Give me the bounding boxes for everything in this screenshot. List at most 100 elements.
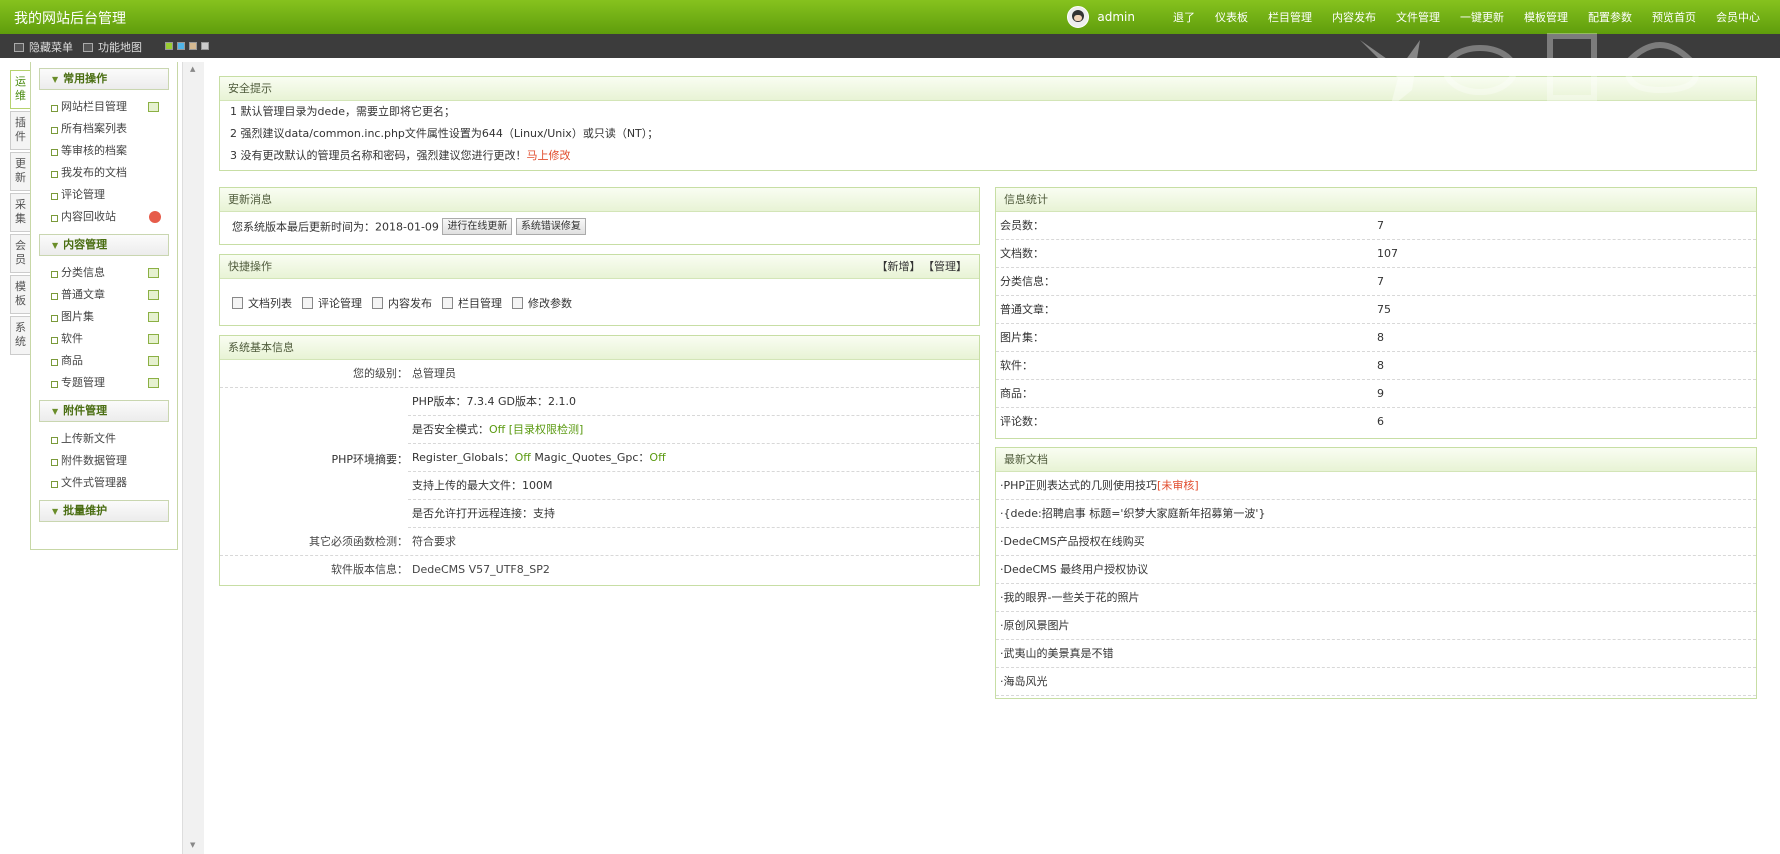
delete-icon[interactable]	[149, 211, 161, 223]
nav-config[interactable]: 配置参数	[1588, 9, 1632, 25]
add-icon[interactable]	[148, 268, 159, 278]
quick-add-link[interactable]: 【新增】	[877, 260, 921, 273]
menu-item-label: 文件式管理器	[61, 476, 127, 489]
quick-manage-link[interactable]: 【管理】	[929, 260, 968, 273]
scrollbar[interactable]: ▲ ▼	[182, 62, 204, 854]
news-item[interactable]: ·DedeCMS产品授权在线购买	[996, 528, 1756, 556]
tab-collect[interactable]: 采集	[10, 193, 30, 232]
menu-item-articles[interactable]: 普通文章	[39, 284, 169, 306]
menu-item-comments[interactable]: 评论管理	[39, 184, 169, 206]
menu-head-label: 附件管理	[63, 404, 108, 417]
user-avatar-icon[interactable]	[1067, 6, 1090, 28]
menu-item-pending-docs[interactable]: 等审核的档案	[39, 140, 169, 162]
menu-item-images[interactable]: 图片集	[39, 306, 169, 328]
chevron-down-icon: ▼	[52, 75, 59, 84]
menu-item-classified[interactable]: 分类信息	[39, 262, 169, 284]
menu-item-label: 专题管理	[61, 376, 105, 389]
nav-dashboard[interactable]: 仪表板	[1215, 9, 1248, 25]
tab-ops[interactable]: 运维	[10, 70, 30, 109]
nav-files[interactable]: 文件管理	[1396, 9, 1440, 25]
add-icon[interactable]	[148, 312, 159, 322]
side-tabs: 运维 插件 更新 采集 会员 模板 系统	[10, 70, 30, 357]
quick-list: 文档列表 评论管理 内容发布 栏目管理 修改参数	[220, 279, 979, 311]
news-item[interactable]: ·武夷山的美景真是不错	[996, 640, 1756, 668]
folder-icon	[442, 297, 453, 309]
menu-item-category[interactable]: 网站栏目管理	[39, 96, 169, 118]
quick-label: 栏目管理	[458, 297, 502, 310]
menu-head-batch[interactable]: ▼ 批量维护	[39, 500, 169, 522]
add-icon[interactable]	[148, 290, 159, 300]
dir-permission-link[interactable]: [目录权限检测]	[509, 423, 584, 436]
menu-item-label: 软件	[61, 332, 83, 345]
security-line: 3 没有更改默认的管理员名称和密码，强烈建议您进行更改！马上修改	[220, 145, 1756, 167]
tab-system[interactable]: 系统	[10, 316, 30, 355]
stat-row: 软件： 8	[996, 352, 1756, 380]
news-item[interactable]: ·DedeCMS 最终用户授权协议	[996, 556, 1756, 584]
hide-menu-button[interactable]: 隐藏菜单	[14, 39, 73, 55]
latest-panel: 最新文档 ·PHP正则表达式的几则使用技巧[未审核] ·{dede:招聘启事 标…	[995, 447, 1757, 699]
info-key: 软件版本信息：	[331, 563, 408, 576]
stat-key: 商品：	[1000, 387, 1033, 400]
globals-row: Register_Globals：Off Magic_Quotes_Gpc：Of…	[408, 444, 979, 472]
menu-head-attachments[interactable]: ▼ 附件管理	[39, 400, 169, 422]
settings-icon	[512, 297, 523, 309]
nav-category[interactable]: 栏目管理	[1268, 9, 1312, 25]
quick-config[interactable]: 修改参数	[512, 295, 572, 311]
upload-row: 支持上传的最大文件：100M	[408, 472, 979, 500]
add-icon[interactable]	[148, 356, 159, 366]
scroll-down-icon[interactable]: ▼	[190, 841, 195, 849]
menu-head-common[interactable]: ▼ 常用操作	[39, 68, 169, 90]
news-item[interactable]: ·原创风景图片	[996, 612, 1756, 640]
change-now-link[interactable]: 马上修改	[527, 149, 571, 162]
top-bar: 我的网站后台管理 admin 退了 仪表板 栏目管理 内容发布 文件管理 一键更…	[0, 0, 1780, 34]
quick-category[interactable]: 栏目管理	[442, 295, 502, 311]
tab-template[interactable]: 模板	[10, 275, 30, 314]
add-icon[interactable]	[148, 378, 159, 388]
info-value: 符合要求	[412, 535, 456, 548]
user-name[interactable]: admin	[1097, 10, 1135, 24]
theme-swatch-tan[interactable]	[189, 42, 197, 50]
tab-update[interactable]: 更新	[10, 152, 30, 191]
menu-item-recycle[interactable]: 内容回收站	[39, 206, 169, 228]
add-icon[interactable]	[148, 102, 159, 112]
stat-value: 7	[1377, 219, 1384, 232]
edit-icon	[372, 297, 383, 309]
nav-preview[interactable]: 预览首页	[1652, 9, 1696, 25]
menu-item-all-docs[interactable]: 所有档案列表	[39, 118, 169, 140]
theme-swatch-gray[interactable]	[201, 42, 209, 50]
news-item[interactable]: ·{dede:招聘启事 标题='织梦大家庭新年招募第一波'}	[996, 500, 1756, 528]
site-map-button[interactable]: 功能地图	[83, 39, 142, 55]
menu-item-products[interactable]: 商品	[39, 350, 169, 372]
nav-member[interactable]: 会员中心	[1716, 9, 1760, 25]
menu-head-content[interactable]: ▼ 内容管理	[39, 234, 169, 256]
repair-button[interactable]: 系统错误修复	[515, 218, 586, 235]
online-update-button[interactable]: 进行在线更新	[442, 218, 513, 235]
theme-swatch-blue[interactable]	[177, 42, 185, 50]
quick-doc-list[interactable]: 文档列表	[232, 295, 292, 311]
menu-item-topics[interactable]: 专题管理	[39, 372, 169, 394]
menu-item-upload[interactable]: 上传新文件	[39, 428, 169, 450]
quick-publish[interactable]: 内容发布	[372, 295, 432, 311]
nav-logout[interactable]: 退了	[1173, 9, 1195, 25]
menu-item-software[interactable]: 软件	[39, 328, 169, 350]
safe-mode-row: 是否安全模式：Off [目录权限检测]	[408, 416, 979, 444]
info-key: 其它必须函数检测：	[309, 535, 408, 548]
quick-comments[interactable]: 评论管理	[302, 295, 362, 311]
nav-templates[interactable]: 模板管理	[1524, 9, 1568, 25]
menu-item-my-docs[interactable]: 我发布的文档	[39, 162, 169, 184]
menu-item-file-manager[interactable]: 文件式管理器	[39, 472, 169, 494]
panel-title: 最新文档	[996, 448, 1756, 472]
tab-member[interactable]: 会员	[10, 234, 30, 273]
news-item[interactable]: ·我的眼界-一些关于花的照片	[996, 584, 1756, 612]
theme-swatch-green[interactable]	[165, 42, 173, 50]
news-title: ·PHP正则表达式的几则使用技巧	[1000, 479, 1158, 492]
stat-row: 文档数： 107	[996, 240, 1756, 268]
menu-item-attach-data[interactable]: 附件数据管理	[39, 450, 169, 472]
nav-publish[interactable]: 内容发布	[1332, 9, 1376, 25]
news-item[interactable]: ·海岛风光	[996, 668, 1756, 696]
nav-one-click-update[interactable]: 一键更新	[1460, 9, 1504, 25]
scroll-up-icon[interactable]: ▲	[190, 65, 195, 73]
news-item[interactable]: ·PHP正则表达式的几则使用技巧[未审核]	[996, 472, 1756, 500]
tab-plugins[interactable]: 插件	[10, 111, 30, 150]
add-icon[interactable]	[148, 334, 159, 344]
